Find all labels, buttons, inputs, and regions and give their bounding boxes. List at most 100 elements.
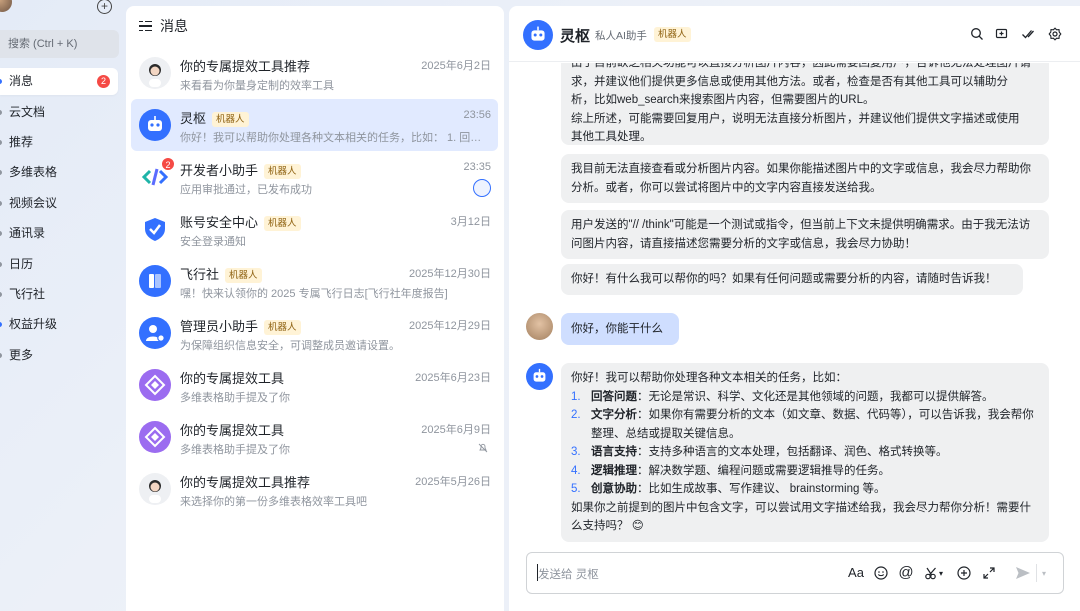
message-input[interactable]: 发送给 灵枢 Aa @ ▾ ▾ (526, 552, 1064, 594)
conversation-time: 2025年12月29日 (409, 320, 491, 332)
message-line: 其他工具处理。 (571, 131, 652, 143)
nav-item-calendar[interactable]: 日历 (0, 251, 118, 278)
conversation-item[interactable]: 你的专属提效工具推荐 2025年5月26日 来选择你的第一份多维表格效率工具吧 (131, 463, 498, 515)
conversation-time: 2025年12月30日 (409, 268, 491, 280)
nav-item-label: 日历 (9, 257, 34, 271)
conversation-item[interactable]: 你的专属提效工具 2025年6月23日 多维表格助手提及了你 (131, 359, 498, 411)
conversation-title: 你的专属提效工具 (180, 423, 285, 438)
conversation-preview: 为保障组织信息安全，可调整成员邀请设置。 (180, 340, 400, 352)
message-line: 综上所述，可能需要回复用户，说明无法直接分析图片，并建议他们提供文字描述或使用 (571, 112, 1020, 125)
send-icon[interactable] (1014, 564, 1032, 582)
shield-icon (139, 213, 171, 245)
nav-item-docs[interactable]: 云文档 (0, 99, 118, 126)
list-menu-icon[interactable] (139, 20, 152, 32)
new-topic-icon[interactable] (995, 27, 1009, 41)
conversation-item[interactable]: 你的专属提效工具 2025年6月9日 多维表格助手提及了你 (131, 411, 498, 463)
bot-message: 我目前无法直接查看或分析图片内容。如果你能描述图片中的文字或信息，我会尽力帮助你… (561, 154, 1049, 203)
bot-message: 你好！有什么我可以帮你的吗？如果有任何问题或需要分析的内容，请随时告诉我！ (561, 264, 1023, 295)
conversation-preview: 你好！我可以帮助你处理各种文本相关的任务，比如： 1. 回答问题：无论是常识、科… (180, 132, 485, 144)
nav-item-label: 更多 (9, 348, 34, 362)
message-area: 由于目前缺乏相关功能可以直接分析图片内容，因此需要回复用户，告诉他无法处理图片请… (509, 63, 1080, 543)
conversation-preview: 多维表格助手提及了你 (180, 444, 290, 456)
bot-tag: 机器人 (212, 112, 249, 127)
bot-reply-message: 你好！我可以帮助你处理各种文本相关的任务，比如： 1. 回答问题：无论是常识、科学… (561, 363, 1049, 542)
conversation-item[interactable]: 管理员小助手 机器人 2025年12月29日 为保障组织信息安全，可调整成员邀请设… (131, 307, 498, 359)
nav-dot-icon (0, 201, 2, 206)
create-plus-icon[interactable]: + (97, 0, 112, 14)
conversation-time: 2025年6月2日 (421, 60, 491, 72)
user-message: 你好，你能干什么 (561, 313, 679, 345)
conversation-time: 2025年5月26日 (415, 476, 491, 488)
conversation-title: 管理员小助手 机器人 (180, 316, 301, 335)
conversation-title: 飞行社 机器人 (180, 264, 262, 283)
conversation-item[interactable]: 你的专属提效工具推荐 2025年6月2日 来看看为你量身定制的效率工具 (131, 47, 498, 99)
user-avatar[interactable] (0, 0, 12, 12)
conversation-time: 2025年6月23日 (415, 372, 491, 384)
nav-item-label: 推荐 (9, 135, 34, 149)
robot-avatar-icon[interactable] (526, 363, 553, 390)
nav-item-meeting[interactable]: 视频会议 (0, 190, 118, 217)
nav-dot-icon (0, 292, 2, 297)
bot-tag: 机器人 (264, 216, 301, 231)
conversation-item[interactable]: 灵枢 机器人 23:56 你好！我可以帮助你处理各种文本相关的任务，比如： 1. … (131, 99, 498, 151)
check-read-icon[interactable] (1021, 27, 1035, 41)
chevron-down-icon[interactable]: ▾ (937, 566, 945, 582)
message-line: 求，并建议他们提供更多信息或使用其他方法。或者，检查是否有其他工具可以辅助分 (571, 75, 1008, 88)
conversation-time: 23:56 (463, 109, 491, 121)
nav-item-bitable[interactable]: 多维表格 (0, 159, 118, 186)
conversation-time: 3月12日 (450, 216, 491, 228)
nav-item-label: 权益升级 (9, 317, 58, 331)
list-title: 消息 (160, 18, 188, 34)
conversation-title: 账号安全中心 机器人 (180, 212, 301, 231)
conversation-title: 你的专属提效工具推荐 (180, 59, 311, 74)
person-avatar (139, 57, 171, 89)
reply-outro: 如果你之前提到的图片中包含文字，可以尝试用文字描述给我，我会尽力帮你分析！需要什… (571, 501, 1031, 533)
flight-club-avatar-icon (139, 265, 171, 297)
bot-tag: 机器人 (654, 27, 691, 42)
conversation-item[interactable]: 飞行社 机器人 2025年12月30日 嘿！快来认领你的 2025 专属飞行日志[… (131, 255, 498, 307)
nav-dot-icon (0, 79, 2, 84)
conversation-preview: 多维表格助手提及了你 (180, 392, 290, 404)
nav-item-upgrade[interactable]: 权益升级 (0, 311, 118, 338)
mention-icon[interactable]: @ (898, 565, 914, 581)
chat-title: 灵枢 (560, 28, 591, 45)
expand-icon[interactable] (981, 565, 997, 581)
left-nav: + 搜索 (Ctrl + K) 消息 2 云文档 推荐 多维表格 视频会议 通讯… (0, 0, 122, 611)
mute-bell-icon (478, 443, 488, 453)
nav-item-recommend[interactable]: 推荐 (0, 129, 118, 156)
unread-badge: 2 (161, 157, 175, 171)
nav-item-messages[interactable]: 消息 2 (0, 68, 118, 95)
nav-dot-icon (0, 231, 2, 236)
message-line: 析，比如web_search来搜索图片内容，但需要图片的URL。 (571, 94, 875, 106)
reply-intro: 你好！我可以帮助你处理各种文本相关的任务，比如： (571, 372, 847, 384)
nav-item-more[interactable]: 更多 (0, 342, 118, 369)
emoji-icon[interactable] (873, 565, 889, 581)
nav-dot-icon (0, 322, 2, 327)
nav-item-label: 视频会议 (9, 196, 58, 210)
global-search-box[interactable]: 搜索 (Ctrl + K) (0, 30, 119, 58)
search-icon[interactable] (970, 27, 984, 41)
conversation-item[interactable]: 2 开发者小助手 机器人 23:35 应用审批通过，已发布成功 (131, 151, 498, 203)
conversation-list-panel: 消息 你的专属提效工具推荐 2025年6月2日 来看看为你量身定制的效率工具 灵… (126, 6, 504, 611)
text-format-icon[interactable]: Aa (848, 565, 864, 581)
nav-dot-icon (0, 170, 2, 175)
robot-avatar-icon[interactable] (523, 20, 553, 50)
conversation-title: 开发者小助手 机器人 (180, 160, 301, 179)
nav-item-flight-club[interactable]: 飞行社 (0, 281, 118, 308)
bot-tag: 机器人 (264, 320, 301, 335)
conversation-preview: 嘿！快来认领你的 2025 专属飞行日志[飞行社年度报告] (180, 288, 448, 300)
conversation-item[interactable]: 账号安全中心 机器人 3月12日 安全登录通知 (131, 203, 498, 255)
send-options-chevron-icon[interactable]: ▾ (1039, 566, 1049, 582)
bot-message: 由于目前缺乏相关功能可以直接分析图片内容，因此需要回复用户，告诉他无法处理图片请… (561, 63, 1049, 145)
reply-list-item: 2. 文字分析：如果你有需要分析的文本（如文章、数据、代码等），可以告诉我，我会帮… (571, 409, 1034, 440)
nav-item-label: 通讯录 (9, 226, 46, 240)
nav-item-label: 多维表格 (9, 165, 58, 179)
chat-panel: 灵枢 私人AI助手 机器人 由于目前缺乏相关功能可以直接分析图片内容，因此需要回… (509, 6, 1080, 611)
user-avatar[interactable] (526, 313, 553, 340)
nav-item-contacts[interactable]: 通讯录 (0, 220, 118, 247)
add-circle-icon[interactable] (956, 565, 972, 581)
divider (1036, 564, 1037, 582)
conversation-preview: 来选择你的第一份多维表格效率工具吧 (180, 496, 367, 508)
reply-list-item: 4. 逻辑推理：解决数学题、编程问题或需要逻辑推导的任务。 (571, 464, 890, 477)
settings-gear-icon[interactable] (1048, 27, 1062, 41)
